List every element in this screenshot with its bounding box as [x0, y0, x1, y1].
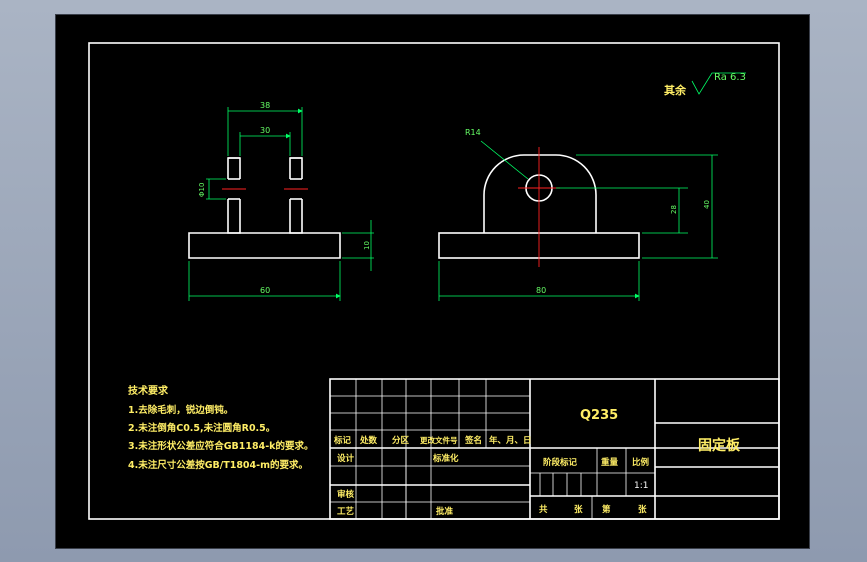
lbl-approve: 批准: [436, 506, 454, 517]
lbl-sheet-num: 第: [602, 504, 611, 515]
right-front-view: R14 80 28 40: [438, 128, 718, 301]
material: Q235: [580, 408, 618, 423]
lbl-review: 审核: [337, 489, 355, 500]
hdr-zone: 分区: [392, 435, 410, 446]
lbl-sheet-unit: 张: [574, 505, 583, 515]
tech-note-3: 3.未注形状公差应符合GB1184-k的要求。: [128, 440, 313, 452]
roughness-label: 其余: [664, 83, 687, 97]
tech-note-1: 1.去除毛刺，锐边倒钝。: [128, 404, 233, 416]
dim-left-hole: Φ10: [198, 183, 206, 197]
dim-h-total: 40: [703, 200, 711, 209]
lbl-weight: 重量: [601, 457, 619, 468]
tech-notes-title: 技术要求: [128, 384, 169, 397]
left-section-view: 38 30 Φ10 10 60: [188, 101, 374, 301]
hdr-change-doc: 更改文件号: [420, 435, 458, 445]
dim-h-center: 28: [670, 205, 678, 214]
title-block: Q235 固定板 标记 处数 分区 更改文件号 签名 年、月、日 设计 标准化 …: [329, 378, 780, 520]
hdr-count: 处数: [359, 435, 378, 446]
scale-value: 1:1: [634, 481, 648, 491]
dim-base-width-left: 60: [260, 286, 270, 295]
lbl-sheet-total: 共: [539, 504, 548, 515]
hdr-sign: 签名: [464, 435, 482, 446]
dim-top-inner: 30: [260, 126, 270, 135]
dim-top-outer: 38: [260, 101, 270, 110]
lbl-scale: 比例: [632, 457, 650, 468]
dim-base-width-right: 80: [536, 286, 546, 295]
hdr-mark: 标记: [333, 435, 352, 446]
lbl-sheet-unit2: 张: [638, 505, 647, 515]
lbl-process: 工艺: [337, 506, 355, 517]
lbl-design: 设计: [337, 453, 355, 464]
hdr-date: 年、月、日: [489, 435, 532, 446]
roughness-symbol: 其余 Ra 6.3: [664, 72, 746, 97]
dim-base-height: 10: [363, 241, 371, 250]
lbl-standardize: 标准化: [432, 453, 459, 464]
lbl-stage-mark: 阶段标记: [543, 457, 578, 468]
roughness-value: Ra 6.3: [714, 72, 746, 83]
tech-note-2: 2.未注倒角C0.5,未注圆角R0.5。: [128, 422, 275, 434]
part-name: 固定板: [698, 437, 741, 454]
cad-drawing: 其余 Ra 6.3 38 30 Φ10 10 60 R14 80 28 40 技…: [88, 42, 780, 520]
tech-note-4: 4.未注尺寸公差按GB/T1804-m的要求。: [128, 459, 308, 471]
drawing-viewport[interactable]: 其余 Ra 6.3 38 30 Φ10 10 60 R14 80 28 40 技…: [55, 14, 810, 549]
tech-notes: 技术要求 1.去除毛刺，锐边倒钝。 2.未注倒角C0.5,未注圆角R0.5。 3…: [128, 384, 313, 471]
dim-hole-label: R14: [465, 128, 481, 137]
